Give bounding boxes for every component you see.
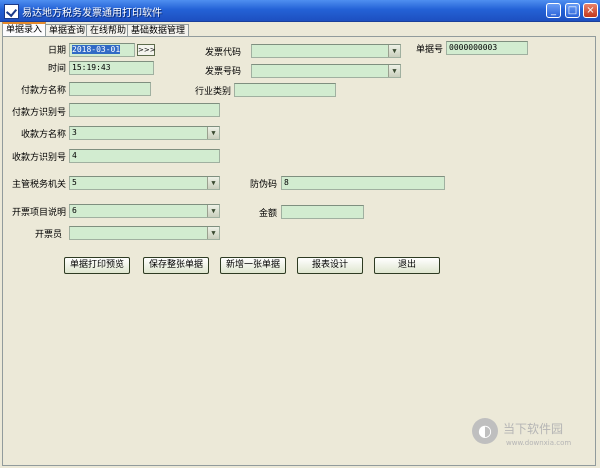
payer-id-label: 付款方识别号 <box>11 108 66 118</box>
close-button[interactable]: × <box>583 3 598 18</box>
minimize-button[interactable]: _ <box>546 3 561 18</box>
invoice-code-label: 发票代码 <box>204 48 241 58</box>
chevron-down-icon[interactable]: ▼ <box>207 127 219 139</box>
receipt-no-label: 单据号 <box>415 45 443 55</box>
maximize-button[interactable]: □ <box>565 3 580 18</box>
payee-id-field[interactable]: 4 <box>69 149 220 163</box>
receipt-no-field[interactable]: 0000000003 <box>446 41 528 55</box>
industry-label: 行业类别 <box>194 87 231 97</box>
amount-field[interactable] <box>281 205 364 219</box>
watermark-url: www.downxia.com <box>506 439 572 447</box>
payee-name-value: 3 <box>72 128 77 137</box>
app-icon <box>4 4 19 19</box>
payer-name-label: 付款方名称 <box>20 86 66 96</box>
anti-fake-label: 防伪码 <box>249 180 277 190</box>
tax-authority-select[interactable]: 5 ▼ <box>69 176 220 190</box>
time-label: 时间 <box>47 64 66 74</box>
entry-panel <box>2 36 596 466</box>
amount-label: 金额 <box>258 209 277 219</box>
date-value: 2018-03-01 <box>72 45 121 54</box>
payee-name-label: 收款方名称 <box>20 130 66 140</box>
window-title: 易达地方税务发票通用打印软件 <box>22 8 162 19</box>
chevron-down-icon[interactable]: ▼ <box>207 177 219 189</box>
date-field[interactable]: 2018-03-01 <box>69 43 135 57</box>
date-nav-button[interactable]: >>> <box>137 44 156 56</box>
title-bar: 易达地方税务发票通用打印软件 _ □ × <box>0 0 600 22</box>
industry-field[interactable] <box>234 83 336 97</box>
date-label: 日期 <box>47 46 66 56</box>
watermark-logo-icon: ◐ <box>472 418 498 444</box>
chevron-down-icon[interactable]: ▼ <box>388 65 400 77</box>
tax-authority-value: 5 <box>72 178 77 187</box>
exit-button[interactable]: 退出 <box>374 257 440 274</box>
payee-name-select[interactable]: 3 ▼ <box>69 126 220 140</box>
invoice-number-select[interactable]: ▼ <box>251 64 401 78</box>
time-field[interactable]: 15:19:43 <box>69 61 154 75</box>
invoice-number-label: 发票号码 <box>204 67 241 77</box>
payer-name-field[interactable] <box>69 82 151 96</box>
item-desc-value: 6 <box>72 206 77 215</box>
item-desc-label: 开票项目说明 <box>11 208 66 218</box>
item-desc-select[interactable]: 6 ▼ <box>69 204 220 218</box>
issuer-select[interactable]: ▼ <box>69 226 220 240</box>
payee-id-label: 收款方识别号 <box>11 153 66 163</box>
payer-id-field[interactable] <box>69 103 220 117</box>
add-new-button[interactable]: 新增一张单据 <box>220 257 286 274</box>
watermark: ◐ 当下软件园 www.downxia.com <box>470 415 595 455</box>
save-button[interactable]: 保存整张单据 <box>143 257 209 274</box>
watermark-name: 当下软件园 <box>503 422 564 436</box>
report-design-button[interactable]: 报表设计 <box>297 257 363 274</box>
issuer-label: 开票员 <box>34 230 62 240</box>
chevron-down-icon[interactable]: ▼ <box>207 227 219 239</box>
invoice-code-select[interactable]: ▼ <box>251 44 401 58</box>
chevron-down-icon[interactable]: ▼ <box>207 205 219 217</box>
chevron-down-icon[interactable]: ▼ <box>388 45 400 57</box>
anti-fake-field[interactable]: 8 <box>281 176 445 190</box>
tax-authority-label: 主管税务机关 <box>11 180 66 190</box>
print-preview-button[interactable]: 单据打印预览 <box>64 257 130 274</box>
